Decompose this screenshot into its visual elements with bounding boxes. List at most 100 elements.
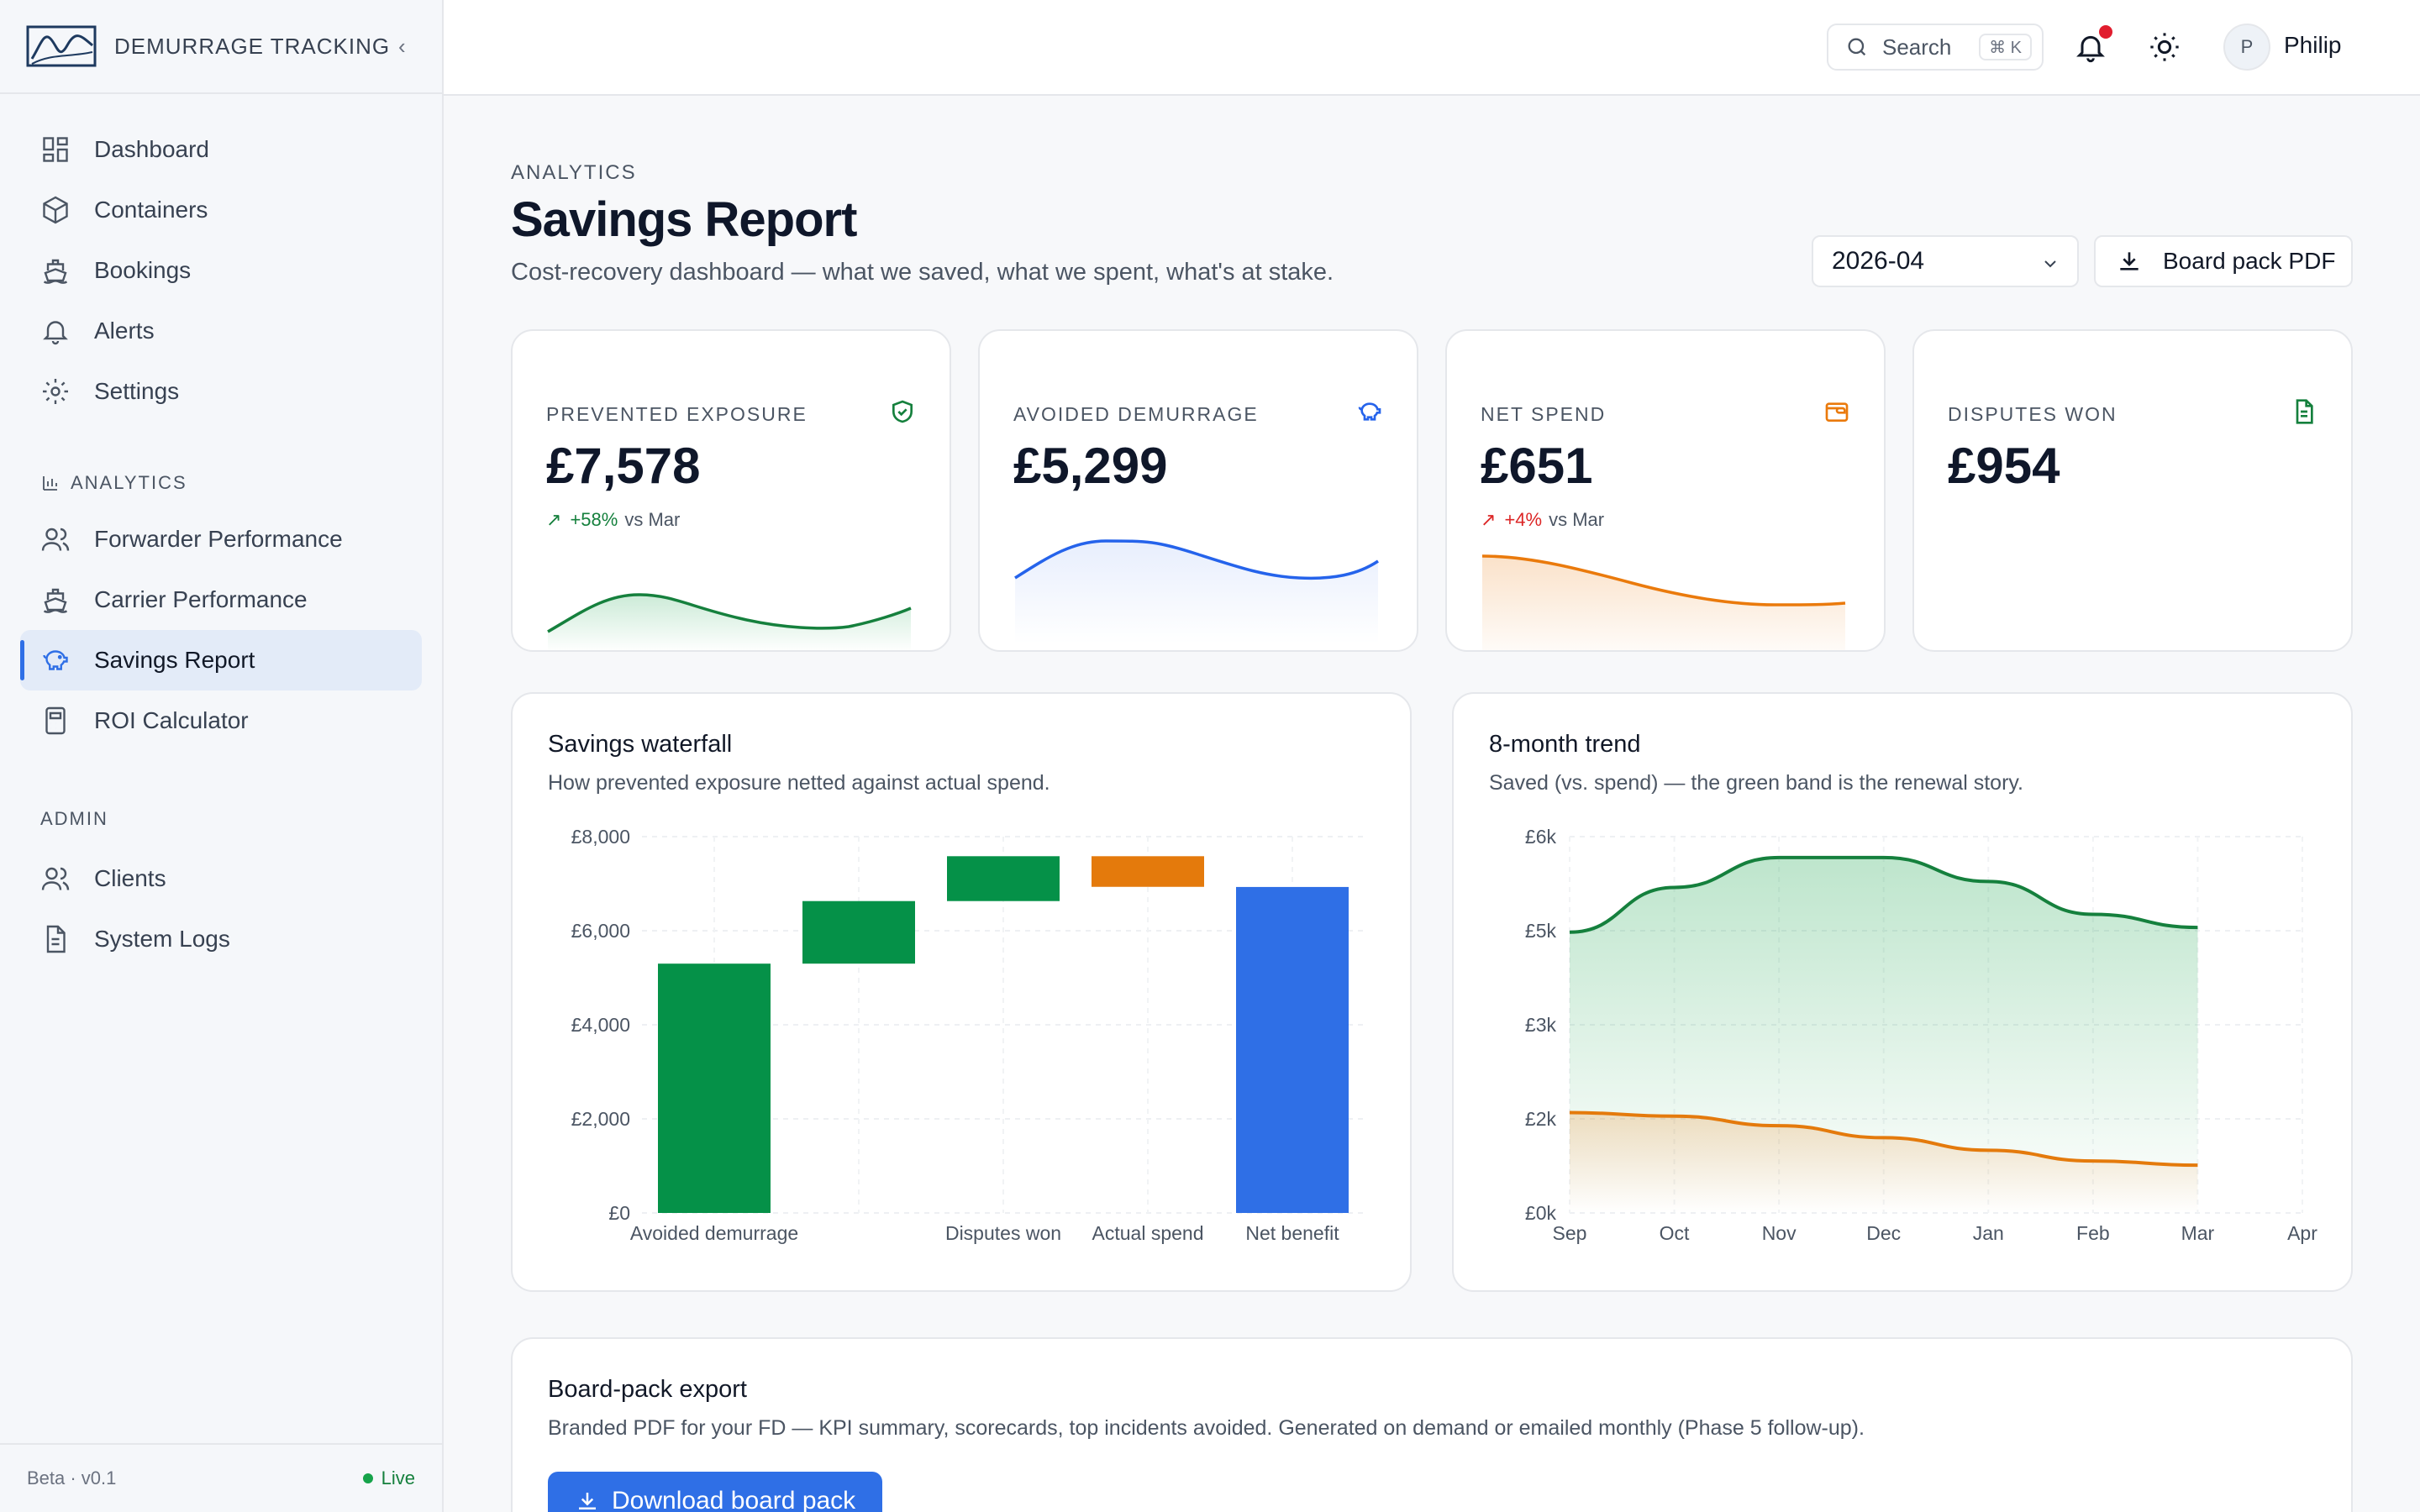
sidebar-item-label: Savings Report — [94, 647, 255, 673]
kpi-delta: ↗ +4% vs Mar — [1481, 509, 1604, 531]
ship-icon — [43, 588, 68, 613]
x-tick-label: Sep — [1553, 1222, 1587, 1244]
sparkline-prevented-exposure — [547, 593, 912, 650]
brand-name: DEMURRAGE TRACKING — [114, 33, 391, 59]
chevron-down-icon — [2044, 260, 2056, 268]
y-tick-label: £8,000 — [571, 826, 630, 848]
sidebar-item-forwarder-performance[interactable]: Forwarder Performance — [20, 509, 422, 570]
users-icon — [41, 528, 70, 551]
arrow-up-right-icon: ↗ — [1481, 509, 1497, 530]
x-tick-label: Mar — [2181, 1222, 2215, 1244]
page-title: Savings Report — [511, 192, 857, 247]
sidebar-item-clients[interactable]: Clients — [20, 848, 422, 909]
y-tick-label: £3k — [1525, 1014, 1557, 1036]
sidebar-item-label: Dashboard — [94, 136, 209, 162]
kpi-card-prevented-exposure: PREVENTED EXPOSURE £7,578 ↗ +58% vs Mar — [511, 329, 951, 652]
x-tick-label: Oct — [1660, 1222, 1690, 1244]
user-name[interactable]: Philip — [2284, 32, 2341, 59]
kpi-label: AVOIDED DEMURRAGE — [1013, 403, 1259, 425]
x-tick-label: Apr — [2287, 1222, 2317, 1244]
search-label: Search — [1882, 34, 1952, 60]
admin-nav: Clients System Logs — [20, 848, 422, 969]
x-tick-label: Dec — [1866, 1222, 1901, 1244]
chevron-left-icon[interactable]: ‹ — [398, 34, 406, 60]
kpi-value: £5,299 — [1013, 438, 1168, 494]
period-select[interactable]: 2026-04 — [1812, 235, 2079, 287]
sidebar-footer: Beta · v0.1 Live — [0, 1443, 442, 1512]
sidebar-item-label: Clients — [94, 865, 166, 891]
sidebar-item-label: Bookings — [94, 257, 192, 283]
y-tick-label: £0 — [608, 1202, 630, 1224]
y-tick-label: £0k — [1525, 1202, 1557, 1224]
sidebar-item-label: Forwarder Performance — [94, 526, 343, 552]
kpi-card-disputes-won: DISPUTES WON £954 — [1912, 329, 2353, 652]
sidebar-item-savings-report[interactable]: Savings Report — [20, 630, 422, 690]
nav-section-title: ANALYTICS — [71, 472, 187, 493]
main-content: ANALYTICS Savings Report Cost-recovery d… — [444, 96, 2420, 1512]
kpi-value: £651 — [1481, 438, 1593, 494]
search-button[interactable]: Search ⌘ K — [1827, 24, 2044, 71]
piggy-bank-icon — [1358, 402, 1381, 421]
brand: DEMURRAGE TRACKING — [0, 0, 442, 94]
x-tick-label: Avoided demurrage — [630, 1222, 798, 1244]
trend-chart: £0k £2k £3k £5k £6k Sep Oct Nov Dec Jan Feb Mar Apr — [1525, 826, 2317, 1244]
y-tick-label: £6,000 — [571, 920, 630, 942]
download-icon — [2120, 252, 2139, 270]
x-tick-label: Disputes won — [945, 1222, 1061, 1244]
page-eyebrow: ANALYTICS — [511, 161, 637, 184]
panel-subtitle: Branded PDF for your FD — KPI summary, s… — [548, 1416, 1865, 1440]
x-tick-label: Feb — [2076, 1222, 2110, 1244]
sidebar-item-system-logs[interactable]: System Logs — [20, 909, 422, 969]
logo-icon — [26, 25, 97, 67]
live-status: Live — [363, 1467, 415, 1489]
y-tick-label: £5k — [1525, 920, 1557, 942]
sidebar-item-label: System Logs — [94, 926, 230, 952]
sidebar-item-label: Carrier Performance — [94, 586, 308, 612]
waterfall-bar — [802, 900, 915, 964]
sidebar-item-dashboard[interactable]: Dashboard — [20, 119, 422, 180]
calculator-icon — [45, 706, 66, 735]
piggy-bank-icon — [43, 650, 68, 670]
topbar: Search ⌘ K P Philip — [444, 0, 2420, 96]
sidebar-item-alerts[interactable]: Alerts — [20, 301, 422, 361]
sparkline-net-spend — [1481, 554, 1846, 650]
document-icon — [2296, 399, 2313, 424]
y-tick-label: £2k — [1525, 1108, 1557, 1130]
x-tick-label: Nov — [1762, 1222, 1797, 1244]
bell-icon — [43, 321, 68, 345]
ship-icon — [43, 259, 68, 284]
download-board-pack-label: Download board pack — [612, 1487, 856, 1512]
sidebar-item-roi-calculator[interactable]: ROI Calculator — [20, 690, 422, 751]
download-board-pack-button[interactable]: Download board pack — [548, 1472, 882, 1512]
nav-section-analytics: ANALYTICS — [40, 472, 187, 494]
sidebar-item-settings[interactable]: Settings — [20, 361, 422, 422]
avatar[interactable]: P — [2223, 24, 2270, 71]
y-tick-label: £2,000 — [571, 1108, 630, 1130]
y-tick-label: £6k — [1525, 826, 1557, 848]
file-icon — [46, 925, 66, 953]
page-subtitle: Cost-recovery dashboard — what we saved,… — [511, 259, 1334, 286]
sparkline-avoided-demurrage — [1014, 539, 1379, 643]
nav-section-admin: ADMIN — [40, 808, 108, 830]
search-icon — [1848, 38, 1866, 56]
shield-check-icon — [892, 400, 913, 423]
board-pack-pdf-button[interactable]: Board pack PDF — [2094, 235, 2353, 287]
x-tick-label: Net benefit — [1245, 1222, 1339, 1244]
period-value: 2026-04 — [1832, 247, 1925, 275]
sidebar-item-bookings[interactable]: Bookings — [20, 240, 422, 301]
savings-waterfall-panel: Savings waterfall How prevented exposure… — [511, 692, 1412, 1292]
version-label: Beta · v0.1 — [27, 1467, 117, 1488]
kpi-delta-suffix: vs Mar — [1549, 509, 1605, 530]
kpi-value: £954 — [1948, 438, 2060, 494]
waterfall-bar — [947, 856, 1060, 901]
sidebar-item-label: Settings — [94, 378, 180, 404]
wallet-icon — [1825, 402, 1849, 422]
theme-toggle-sun-icon[interactable] — [2148, 30, 2181, 64]
board-pack-pdf-label: Board pack PDF — [2163, 248, 2336, 274]
sidebar-item-carrier-performance[interactable]: Carrier Performance — [20, 570, 422, 630]
kpi-label: PREVENTED EXPOSURE — [546, 403, 808, 425]
sidebar-item-containers[interactable]: Containers — [20, 180, 422, 240]
y-tick-label: £4,000 — [571, 1014, 630, 1036]
kpi-value: £7,578 — [546, 438, 701, 494]
kpi-delta-value: +4% — [1504, 509, 1543, 530]
